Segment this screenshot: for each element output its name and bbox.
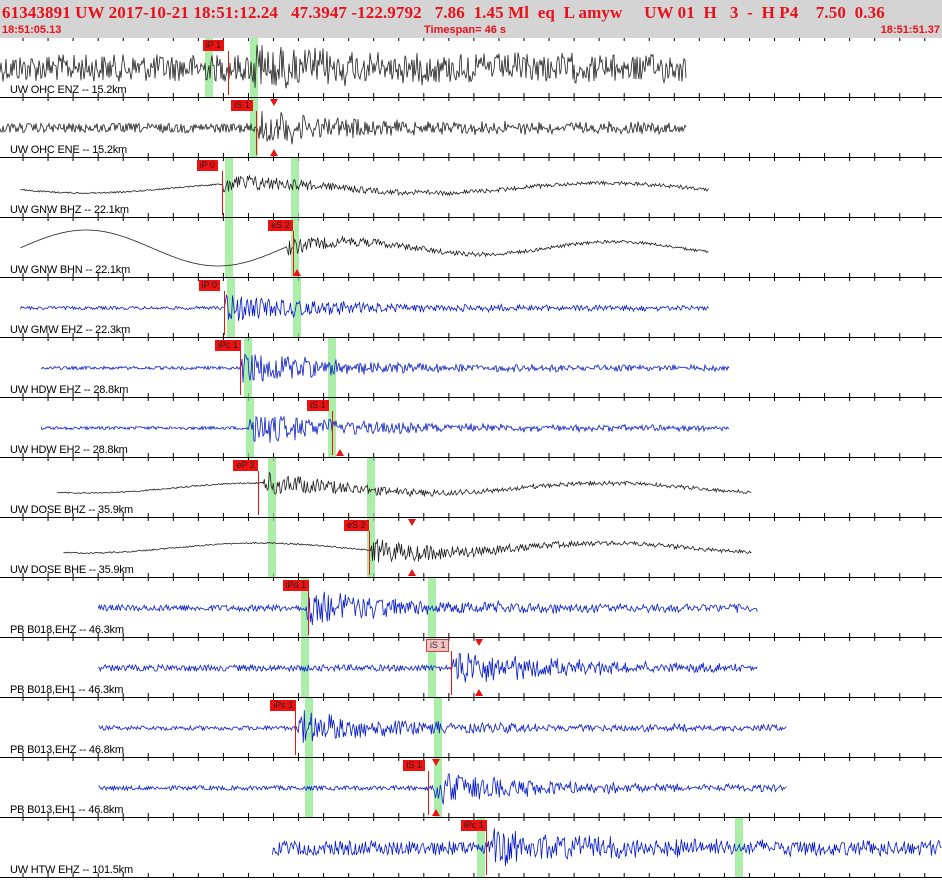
phase-pick-label[interactable]: iPc 1 — [460, 820, 487, 831]
phase-pick-marker[interactable] — [369, 531, 371, 575]
channel-panel[interactable]: iPc 1 UW HDW EHZ -- 28.8km — [0, 338, 942, 398]
phase-pick-marker[interactable] — [428, 771, 430, 815]
amplitude-marker-down-icon[interactable] — [407, 519, 416, 526]
channel-label: PB B013,EHZ -- 46.8km — [10, 744, 124, 756]
channel-panel[interactable]: iS 1 UW HDW EH2 -- 28.8km — [0, 398, 942, 458]
channel-label: UW OHC ENZ -- 15.2km — [10, 84, 127, 96]
channel-panel[interactable]: iP 1 UW OHC ENZ -- 15.2km — [0, 38, 942, 98]
seismogram-panels[interactable]: iP 1 UW OHC ENZ -- 15.2km iS 1 UW OHC ENE -… — [0, 38, 942, 880]
channel-label: PB B013,EH1 -- 46.8km — [10, 804, 124, 816]
channel-label: UW GNW BHZ -- 22.1km — [10, 204, 129, 216]
channel-label: UW HDW EH2 -- 28.8km — [10, 444, 128, 456]
channel-panel[interactable]: iP 0 UW GMW EHZ -- 22.3km — [0, 278, 942, 338]
phase-pick-label[interactable]: iP 1 — [202, 40, 225, 51]
channel-label: UW HTW EHZ -- 101.5km — [10, 864, 133, 876]
amplitude-marker-up-icon[interactable] — [270, 149, 279, 156]
channel-panel[interactable]: iPc 1 UW HTW EHZ -- 101.5km — [0, 818, 942, 878]
amplitude-marker-down-icon[interactable] — [475, 639, 484, 646]
channel-label: UW GNW BHN -- 22.1km — [10, 264, 131, 276]
phase-pick-marker[interactable] — [485, 831, 487, 875]
phase-pick-marker[interactable] — [332, 411, 334, 455]
event-summary: 61343891 UW 2017-10-21 18:51:12.24 47.39… — [2, 3, 885, 22]
channel-panel[interactable]: eP 2 UW DOSE BHZ -- 35.9km — [0, 458, 942, 518]
channel-label: UW GMW EHZ -- 22.3km — [10, 324, 131, 336]
waveform-trace — [98, 652, 758, 683]
phase-pick-label[interactable]: iP 0 — [196, 160, 218, 171]
phase-pick-label[interactable]: eS 2 — [268, 220, 293, 231]
phase-pick-label[interactable]: iPd 1 — [282, 580, 310, 591]
phase-pick-label[interactable]: iS 1 — [403, 760, 425, 771]
amplitude-marker-up-icon[interactable] — [292, 269, 301, 276]
phase-pick-marker[interactable] — [256, 111, 258, 155]
phase-pick-label[interactable]: iPc 1 — [215, 340, 242, 351]
waveform-trace — [98, 773, 787, 805]
phase-pick-marker[interactable] — [227, 51, 229, 95]
phase-pick-marker[interactable] — [450, 651, 452, 695]
waveform-trace — [0, 44, 687, 89]
phase-pick-label[interactable]: eS 2 — [344, 520, 369, 531]
amplitude-marker-up-icon[interactable] — [475, 689, 484, 696]
phase-pick-label[interactable]: eP 2 — [233, 460, 258, 471]
phase-pick-marker[interactable] — [307, 591, 309, 635]
phase-pick-label[interactable]: iS 1 — [425, 639, 450, 652]
channel-panel[interactable]: iPd 1 PB B018,EHZ -- 46.3km — [0, 578, 942, 638]
phase-pick-label[interactable]: iS 1 — [231, 100, 253, 111]
amplitude-marker-down-icon[interactable] — [270, 99, 279, 106]
waveform-trace — [97, 591, 758, 626]
channel-label: UW DOSE BHE -- 35.9km — [10, 564, 134, 576]
channel-label: UW DOSE BHZ -- 35.9km — [10, 504, 133, 516]
waveform-trace — [20, 229, 709, 267]
channel-panel[interactable]: iPc 1 PB B013,EHZ -- 46.8km — [0, 698, 942, 758]
phase-pick-marker[interactable] — [223, 291, 225, 335]
phase-pick-label[interactable]: iP 0 — [198, 280, 220, 291]
channel-panel[interactable]: eS 2 UW GNW BHN -- 22.1km — [0, 218, 942, 278]
channel-panel[interactable]: iS 1 PB B013,EH1 -- 46.8km — [0, 758, 942, 818]
phase-pick-marker[interactable] — [240, 351, 242, 395]
phase-pick-label[interactable]: iS 1 — [307, 400, 329, 411]
window-end-time: 18:51:51.37 — [880, 24, 940, 36]
waveform-trace — [20, 294, 709, 321]
channel-label: UW OHC ENE -- 15.2km — [10, 144, 128, 156]
waveform-trace — [20, 174, 709, 197]
waveform-trace — [0, 111, 687, 145]
channel-panel[interactable]: iS 1 PB B018,EH1 -- 46.3km — [0, 638, 942, 698]
channel-label: UW HDW EHZ -- 28.8km — [10, 384, 129, 396]
waveform-trace — [98, 710, 787, 743]
phase-pick-marker[interactable] — [258, 471, 260, 515]
timespan-label: Timespan= 46 s — [424, 24, 507, 36]
channel-label: PB B018,EHZ -- 46.3km — [10, 624, 124, 636]
record-header: 61343891 UW 2017-10-21 18:51:12.24 47.39… — [0, 0, 942, 38]
waveform-trace — [63, 539, 752, 563]
channel-label: PB B018,EH1 -- 46.3km — [10, 684, 124, 696]
phase-pick-label[interactable]: iPc 1 — [270, 700, 297, 711]
amplitude-marker-up-icon[interactable] — [432, 809, 441, 816]
channel-panel[interactable]: eS 2 UW DOSE BHE -- 35.9km — [0, 518, 942, 578]
phase-pick-marker[interactable] — [295, 711, 297, 755]
waveform-trace — [40, 353, 730, 383]
amplitude-marker-up-icon[interactable] — [335, 449, 344, 456]
channel-panel[interactable]: iS 1 UW OHC ENE -- 15.2km — [0, 98, 942, 158]
amplitude-marker-up-icon[interactable] — [407, 569, 416, 576]
phase-pick-marker[interactable] — [221, 171, 223, 215]
waveform-trace — [40, 415, 729, 443]
channel-panel[interactable]: iP 0 UW GNW BHZ -- 22.1km — [0, 158, 942, 218]
amplitude-marker-down-icon[interactable] — [432, 759, 441, 766]
waveform-trace — [57, 471, 752, 498]
window-start-time: 18:51:05.13 — [2, 24, 62, 36]
